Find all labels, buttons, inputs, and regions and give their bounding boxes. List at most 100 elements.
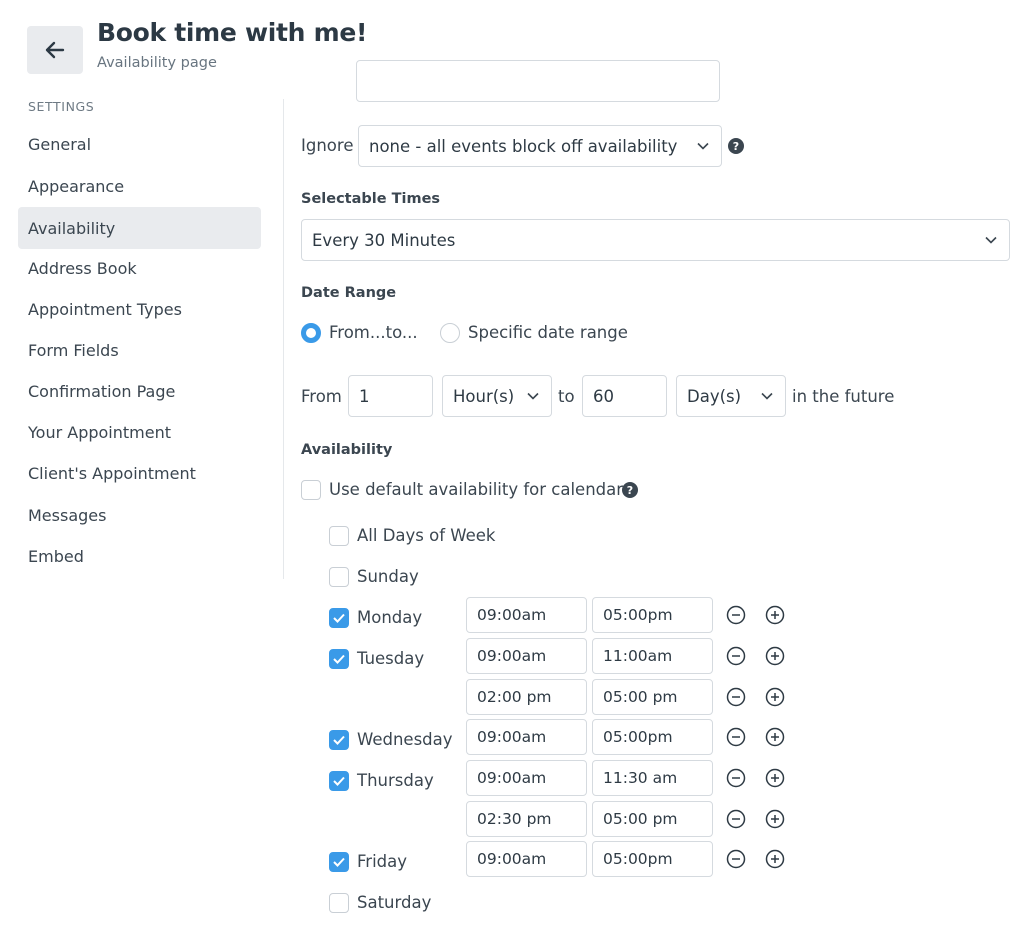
thursday-end-input-2[interactable]: 05:00 pm xyxy=(592,801,713,837)
back-button[interactable] xyxy=(27,26,83,74)
tuesday-end-input-2[interactable]: 05:00 pm xyxy=(592,679,713,715)
from-label: From xyxy=(301,387,342,406)
date-range-option-specific[interactable]: Specific date range xyxy=(468,323,628,342)
remove-slot-button[interactable] xyxy=(726,809,746,829)
friday-checkbox[interactable] xyxy=(329,852,349,872)
sidebar-item-form-fields[interactable]: Form Fields xyxy=(18,329,261,371)
date-range-option-from-to[interactable]: From...to... xyxy=(329,323,418,342)
to-value-input[interactable]: 60 xyxy=(582,375,667,417)
sidebar-item-availability[interactable]: Availability xyxy=(18,207,261,249)
friday-label[interactable]: Friday xyxy=(357,852,407,871)
sidebar-item-confirmation-page[interactable]: Confirmation Page xyxy=(18,370,261,412)
monday-label[interactable]: Monday xyxy=(357,608,422,627)
monday-start-input-1[interactable]: 09:00am xyxy=(466,597,587,633)
date-range-radio-specific[interactable] xyxy=(440,323,460,343)
remove-slot-button[interactable] xyxy=(726,646,746,666)
wednesday-label[interactable]: Wednesday xyxy=(357,730,453,749)
wednesday-start-input-1[interactable]: 09:00am xyxy=(466,719,587,755)
plus-circle-icon xyxy=(765,605,785,625)
remove-slot-button[interactable] xyxy=(726,768,746,788)
plus-circle-icon xyxy=(765,849,785,869)
add-slot-button[interactable] xyxy=(765,646,785,666)
time-value: 09:00am xyxy=(477,647,547,665)
help-icon[interactable]: ? xyxy=(622,482,638,498)
sidebar-divider xyxy=(283,99,284,579)
to-unit-value: Day(s) xyxy=(687,386,742,406)
ignore-label: Ignore xyxy=(301,136,354,155)
thursday-checkbox[interactable] xyxy=(329,771,349,791)
check-icon xyxy=(333,776,345,786)
sunday-label[interactable]: Sunday xyxy=(357,567,419,586)
use-default-label[interactable]: Use default availability for calendar xyxy=(329,480,623,499)
sidebar-item-general[interactable]: General xyxy=(18,123,261,165)
remove-slot-button[interactable] xyxy=(726,687,746,707)
add-slot-button[interactable] xyxy=(765,768,785,788)
saturday-label[interactable]: Saturday xyxy=(357,893,431,912)
chevron-down-icon xyxy=(527,392,539,400)
to-unit-select[interactable]: Day(s) xyxy=(676,375,786,417)
check-icon xyxy=(333,857,345,867)
chevron-down-icon xyxy=(697,142,709,150)
sidebar-item-your-appointment[interactable]: Your Appointment xyxy=(18,411,261,453)
sidebar-item-appointment-types[interactable]: Appointment Types xyxy=(18,288,261,330)
sidebar-item-embed[interactable]: Embed xyxy=(18,535,261,577)
to-value: 60 xyxy=(593,386,614,406)
wednesday-checkbox[interactable] xyxy=(329,730,349,750)
tuesday-start-input-2[interactable]: 02:00 pm xyxy=(466,679,587,715)
all-days-checkbox[interactable] xyxy=(329,526,349,546)
chevron-down-icon xyxy=(761,392,773,400)
ignore-select[interactable]: none - all events block off availability xyxy=(358,125,722,167)
tuesday-label[interactable]: Tuesday xyxy=(357,649,424,668)
sidebar-item-clients-appointment[interactable]: Client's Appointment xyxy=(18,452,261,494)
plus-circle-icon xyxy=(765,646,785,666)
tuesday-end-input-1[interactable]: 11:00am xyxy=(592,638,713,674)
sunday-checkbox[interactable] xyxy=(329,567,349,587)
calendar-select-partial[interactable] xyxy=(356,60,720,102)
use-default-checkbox[interactable] xyxy=(301,480,321,500)
plus-circle-icon xyxy=(765,768,785,788)
all-days-label[interactable]: All Days of Week xyxy=(357,526,495,545)
add-slot-button[interactable] xyxy=(765,687,785,707)
remove-slot-button[interactable] xyxy=(726,727,746,747)
minus-circle-icon xyxy=(726,605,746,625)
from-value: 1 xyxy=(359,386,370,406)
check-icon xyxy=(333,613,345,623)
monday-end-input-1[interactable]: 05:00pm xyxy=(592,597,713,633)
chevron-down-icon xyxy=(985,236,997,244)
from-value-input[interactable]: 1 xyxy=(348,375,433,417)
date-range-radio-from-to[interactable] xyxy=(301,323,321,343)
sidebar-item-address-book[interactable]: Address Book xyxy=(18,247,261,289)
thursday-end-input-1[interactable]: 11:30 am xyxy=(592,760,713,796)
from-unit-select[interactable]: Hour(s) xyxy=(442,375,552,417)
plus-circle-icon xyxy=(765,687,785,707)
future-label: in the future xyxy=(792,387,895,406)
thursday-start-input-1[interactable]: 09:00am xyxy=(466,760,587,796)
monday-checkbox[interactable] xyxy=(329,608,349,628)
time-value: 09:00am xyxy=(477,606,547,624)
from-unit-value: Hour(s) xyxy=(453,386,515,406)
add-slot-button[interactable] xyxy=(765,727,785,747)
check-icon xyxy=(333,735,345,745)
remove-slot-button[interactable] xyxy=(726,849,746,869)
wednesday-end-input-1[interactable]: 05:00pm xyxy=(592,719,713,755)
tuesday-start-input-1[interactable]: 09:00am xyxy=(466,638,587,674)
time-value: 11:30 am xyxy=(603,769,678,787)
friday-end-input-1[interactable]: 05:00pm xyxy=(592,841,713,877)
add-slot-button[interactable] xyxy=(765,849,785,869)
add-slot-button[interactable] xyxy=(765,809,785,829)
thursday-label[interactable]: Thursday xyxy=(357,771,434,790)
friday-start-input-1[interactable]: 09:00am xyxy=(466,841,587,877)
sidebar-item-appearance[interactable]: Appearance xyxy=(18,165,261,207)
thursday-start-input-2[interactable]: 02:30 pm xyxy=(466,801,587,837)
saturday-checkbox[interactable] xyxy=(329,893,349,913)
remove-slot-button[interactable] xyxy=(726,605,746,625)
add-slot-button[interactable] xyxy=(765,605,785,625)
help-icon[interactable]: ? xyxy=(728,138,744,154)
sidebar-heading: SETTINGS xyxy=(28,99,95,114)
time-value: 09:00am xyxy=(477,850,547,868)
selectable-times-select[interactable]: Every 30 Minutes xyxy=(301,219,1010,261)
time-value: 09:00am xyxy=(477,769,547,787)
minus-circle-icon xyxy=(726,849,746,869)
tuesday-checkbox[interactable] xyxy=(329,649,349,669)
sidebar-item-messages[interactable]: Messages xyxy=(18,494,261,536)
